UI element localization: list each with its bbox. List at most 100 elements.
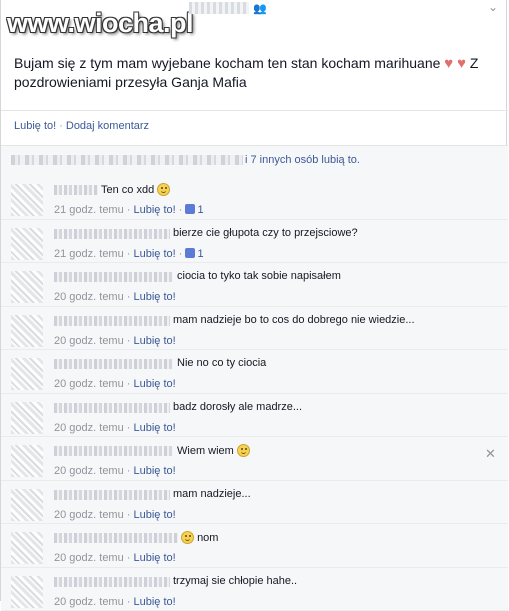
thumbs-up-icon xyxy=(185,248,195,258)
avatar[interactable] xyxy=(11,184,43,216)
blurred-commenter-name[interactable] xyxy=(54,316,170,326)
post-header: www.wiocha.pl 👥 ⌄ xyxy=(1,0,508,44)
divider xyxy=(1,110,508,111)
blurred-commenter-name[interactable] xyxy=(54,446,174,456)
comment-timestamp[interactable]: 20 godz. temu xyxy=(54,552,124,564)
comment-text-content: badz dorosły ale madrze... xyxy=(173,401,302,413)
heart-icon: ♥ xyxy=(444,55,453,72)
like-count-number: 1 xyxy=(197,248,203,260)
comment-text-content: mam nadzieje... xyxy=(173,488,251,500)
avatar[interactable] xyxy=(11,576,43,608)
thumbs-up-icon xyxy=(185,204,195,214)
comment-item: badz dorosły ale madrze... 20 godz. temu … xyxy=(1,394,508,438)
comment-meta: 20 godz. temu · Lubię to! xyxy=(54,465,176,477)
likes-count-link[interactable]: i 7 innych osób lubią to. xyxy=(245,154,360,166)
comment-item: Ten co xdd 21 godz. temu · Lubię to! · 1 xyxy=(1,176,508,220)
watermark: www.wiocha.pl xyxy=(7,8,193,39)
comment-timestamp[interactable]: 20 godz. temu xyxy=(54,509,124,521)
comment-text: badz dorosły ale madrze... xyxy=(173,401,302,413)
comment-list: Ten co xdd 21 godz. temu · Lubię to! · 1… xyxy=(1,176,508,611)
comment-like-button[interactable]: Lubię to! xyxy=(134,291,176,303)
comment-text: mam nadzieje... xyxy=(173,488,251,500)
post-text: Bujam się z tym mam wyjebane kocham ten … xyxy=(14,54,494,92)
likes-summary: i 7 innych osób lubią to. xyxy=(1,145,508,177)
add-comment-button[interactable]: Dodaj komentarz xyxy=(66,120,149,132)
blurred-commenter-name[interactable] xyxy=(54,185,98,195)
avatar[interactable] xyxy=(11,445,43,477)
avatar[interactable] xyxy=(11,532,43,564)
comment-timestamp[interactable]: 21 godz. temu xyxy=(54,248,124,260)
comment-timestamp[interactable]: 20 godz. temu xyxy=(54,465,124,477)
comment-like-count[interactable]: 1 xyxy=(185,248,203,260)
comment-item: Wiem wiem 20 godz. temu · Lubię to! ✕ xyxy=(1,437,508,481)
comment-timestamp[interactable]: 20 godz. temu xyxy=(54,291,124,303)
post-text-line2: pozdrowieniami przesyła Ganja Mafia xyxy=(14,74,247,90)
comment-like-button[interactable]: Lubię to! xyxy=(134,465,176,477)
comment-meta: 20 godz. temu · Lubię to! xyxy=(54,291,176,303)
comment-text-content: trzymaj sie chłopie hahe.. xyxy=(173,575,297,587)
avatar[interactable] xyxy=(11,228,43,260)
comment-timestamp[interactable]: 21 godz. temu xyxy=(54,204,124,216)
comment-text: bierze cie głupota czy to przejsciowe? xyxy=(173,227,358,239)
blurred-commenter-name[interactable] xyxy=(54,229,170,239)
blurred-commenter-name[interactable] xyxy=(54,403,170,413)
blurred-commenter-name[interactable] xyxy=(54,577,170,587)
smile-emoji-icon xyxy=(157,183,170,196)
comment-like-button[interactable]: Lubię to! xyxy=(134,509,176,521)
comment-timestamp[interactable]: 20 godz. temu xyxy=(54,596,124,608)
comment-like-button[interactable]: Lubię to! xyxy=(134,335,176,347)
smile-emoji-icon xyxy=(237,444,250,457)
comment-meta: 21 godz. temu · Lubię to! · 1 xyxy=(54,248,204,260)
comment-text-content: Ten co xdd xyxy=(101,184,154,196)
comment-like-button[interactable]: Lubię to! xyxy=(134,204,176,216)
comment-text-content: Wiem wiem xyxy=(177,445,234,457)
comment-meta: 20 godz. temu · Lubię to! xyxy=(54,596,176,608)
avatar[interactable] xyxy=(11,489,43,521)
blurred-author-name xyxy=(189,2,249,14)
comment-meta: 20 godz. temu · Lubię to! xyxy=(54,335,176,347)
comment-meta: 21 godz. temu · Lubię to! · 1 xyxy=(54,204,204,216)
blurred-commenter-name[interactable] xyxy=(54,533,178,543)
blurred-commenter-name[interactable] xyxy=(54,490,170,500)
comment-timestamp[interactable]: 20 godz. temu xyxy=(54,422,124,434)
comment-like-button[interactable]: Lubię to! xyxy=(134,422,176,434)
comment-like-count[interactable]: 1 xyxy=(185,204,203,216)
facebook-post: www.wiocha.pl 👥 ⌄ Bujam się z tym mam wy… xyxy=(0,0,507,601)
blurred-commenter-name[interactable] xyxy=(54,272,174,282)
like-count-number: 1 xyxy=(197,204,203,216)
comment-item: ciocia to tyko tak sobie napisałem20 god… xyxy=(1,263,508,307)
comment-timestamp[interactable]: 20 godz. temu xyxy=(54,378,124,390)
post-text-line1-end: Z xyxy=(470,55,479,71)
comment-item: nom 20 godz. temu · Lubię to! xyxy=(1,524,508,568)
avatar[interactable] xyxy=(11,315,43,347)
comment-item: mam nadzieje... 20 godz. temu · Lubię to! xyxy=(1,481,508,525)
comment-like-button[interactable]: Lubię to! xyxy=(134,378,176,390)
comment-timestamp[interactable]: 20 godz. temu xyxy=(54,335,124,347)
avatar[interactable] xyxy=(11,271,43,303)
comment-like-button[interactable]: Lubię to! xyxy=(134,552,176,564)
comment-text-content: Nie no co ty ciocia xyxy=(177,357,266,369)
like-button[interactable]: Lubię to! xyxy=(14,120,56,132)
comment-item: Nie no co ty ciocia20 godz. temu · Lubię… xyxy=(1,350,508,394)
comment-meta: 20 godz. temu · Lubię to! xyxy=(54,422,176,434)
comment-text: ciocia to tyko tak sobie napisałem xyxy=(177,270,341,282)
comment-text: nom xyxy=(181,531,218,544)
comment-like-button[interactable]: Lubię to! xyxy=(134,248,176,260)
avatar[interactable] xyxy=(11,358,43,390)
comment-text-content: ciocia to tyko tak sobie napisałem xyxy=(177,270,341,282)
comment-meta: 20 godz. temu · Lubię to! xyxy=(54,378,176,390)
comment-text-content: mam nadzieje bo to cos do dobrego nie wi… xyxy=(173,314,415,326)
blurred-commenter-name[interactable] xyxy=(54,359,174,369)
comment-item: trzymaj sie chłopie hahe.. 20 godz. temu … xyxy=(1,568,508,611)
chevron-down-icon[interactable]: ⌄ xyxy=(485,0,501,16)
separator-dot: · xyxy=(59,120,63,132)
post-actions: Lubię to!·Dodaj komentarz xyxy=(14,120,149,132)
comment-text: mam nadzieje bo to cos do dobrego nie wi… xyxy=(173,314,415,326)
comment-meta: 20 godz. temu · Lubię to! xyxy=(54,509,176,521)
close-icon[interactable]: ✕ xyxy=(485,446,496,462)
comment-meta: 20 godz. temu · Lubię to! xyxy=(54,552,176,564)
comment-like-button[interactable]: Lubię to! xyxy=(134,596,176,608)
avatar[interactable] xyxy=(11,402,43,434)
comment-text: Nie no co ty ciocia xyxy=(177,357,266,369)
friends-icon: 👥 xyxy=(253,2,267,14)
